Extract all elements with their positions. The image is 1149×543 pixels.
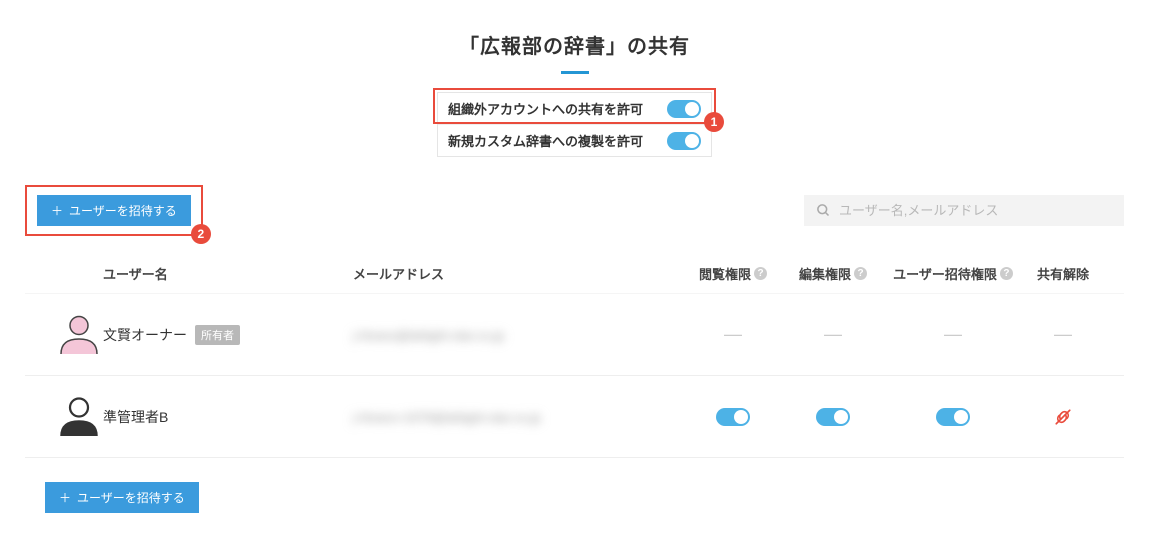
invite-user-button[interactable]: ＋ ユーザーを招待する: [37, 195, 191, 226]
col-header-name: ユーザー名: [103, 264, 353, 283]
invite-user-label: ユーザーを招待する: [69, 202, 177, 219]
help-icon[interactable]: ?: [754, 267, 767, 280]
external-share-label: 組織外アカウントへの共有を許可: [448, 99, 643, 118]
table-row: 文賢オーナー 所有者 j-hirano@delight-star.co.jp —…: [25, 294, 1124, 376]
col-header-invite: ユーザー招待権限: [893, 264, 997, 283]
dash-icon: —: [683, 324, 783, 345]
dash-icon: —: [883, 324, 1023, 345]
help-icon[interactable]: ?: [1000, 267, 1013, 280]
user-name: 文賢オーナー: [103, 325, 187, 345]
avatar: [55, 344, 103, 360]
table-row: 準管理者B j-hirano+1978@delight-star.co.jp: [25, 376, 1124, 458]
user-email: j-hirano@delight-star.co.jp: [353, 328, 504, 343]
help-icon[interactable]: ?: [854, 267, 867, 280]
col-header-email: メールアドレス: [353, 264, 683, 283]
invite-user-button-bottom[interactable]: ＋ ユーザーを招待する: [45, 482, 199, 513]
search-icon: [816, 203, 831, 218]
users-table: ユーザー名 メールアドレス 閲覧権限? 編集権限? ユーザー招待権限? 共有解除…: [25, 254, 1124, 458]
plus-icon: ＋: [51, 202, 63, 219]
external-share-toggle[interactable]: [667, 100, 701, 118]
invite-permission-toggle[interactable]: [936, 408, 970, 426]
user-email: j-hirano+1978@delight-star.co.jp: [353, 410, 541, 425]
share-settings-panel: 組織外アカウントへの共有を許可 新規カスタム辞書への複製を許可 1: [437, 92, 712, 157]
user-name: 準管理者B: [103, 407, 168, 427]
dash-icon: —: [1054, 324, 1072, 344]
owner-badge: 所有者: [195, 325, 240, 345]
search-box[interactable]: [804, 195, 1124, 226]
edit-permission-toggle[interactable]: [816, 408, 850, 426]
invite-user-label: ユーザーを招待する: [77, 489, 185, 506]
copy-dict-toggle[interactable]: [667, 132, 701, 150]
callout-badge-2: 2: [191, 224, 211, 244]
col-header-view: 閲覧権限: [699, 264, 751, 283]
avatar: [55, 426, 103, 442]
title-underline: [561, 71, 589, 74]
plus-icon: ＋: [59, 489, 71, 506]
copy-dict-label: 新規カスタム辞書への複製を許可: [448, 131, 643, 150]
page-title: 「広報部の辞書」の共有: [25, 30, 1124, 59]
dash-icon: —: [783, 324, 883, 345]
col-header-edit: 編集権限: [799, 264, 851, 283]
view-permission-toggle[interactable]: [716, 408, 750, 426]
unshare-button[interactable]: [1023, 408, 1103, 426]
search-input[interactable]: [839, 203, 1112, 218]
col-header-unshare: 共有解除: [1023, 264, 1103, 283]
